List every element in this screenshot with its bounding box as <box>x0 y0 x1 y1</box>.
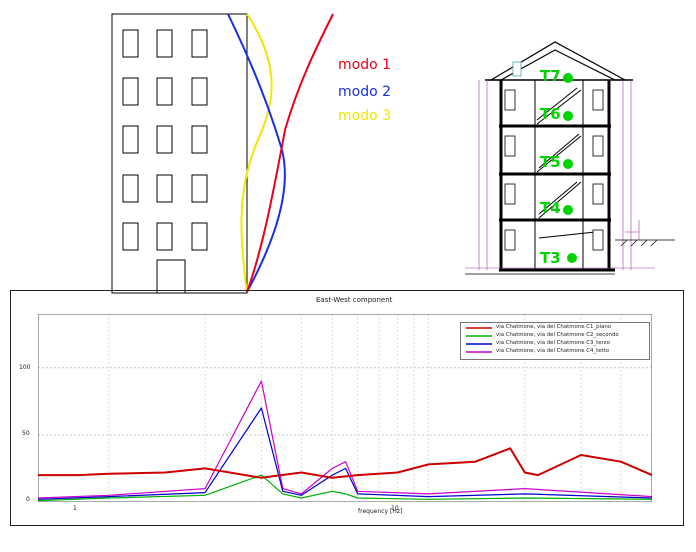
mode-2-label: modo 2 <box>338 84 392 100</box>
mode-3-label: modo 3 <box>338 108 392 124</box>
legend-entry-3: via Chatmone, via del Chatmone C3_terzo <box>496 340 610 346</box>
sensor-label-t3: T3 <box>540 249 561 267</box>
sensor-label-t7: T7 <box>540 67 561 85</box>
legend-entry-1: via Chatmone, via del Chatmone C1_piano <box>496 324 612 330</box>
x-tick-label: 1 <box>73 505 77 512</box>
y-tick-label: 50 <box>22 430 30 437</box>
legend-entry-2: via Chatmone, via del Chatmone C2_second… <box>496 332 619 338</box>
x-tick-label: 10 <box>391 505 399 512</box>
y-tick-label: 0 <box>26 496 30 503</box>
sensor-label-t5: T5 <box>540 153 561 171</box>
building-door <box>156 259 186 294</box>
series-line-3 <box>38 407 652 500</box>
mode-1-label: modo 1 <box>338 57 392 73</box>
series-line-2 <box>38 474 652 502</box>
building-section-drawing <box>465 41 675 275</box>
series-line-1 <box>38 447 652 479</box>
legend-swatches <box>466 327 492 353</box>
y-tick-label: 100 <box>19 364 31 371</box>
legend-entry-4: via Chatmone, via del Chatmone C4_tetto <box>496 348 610 354</box>
chart-title: East-West component <box>316 296 393 304</box>
mode-1-curve <box>246 13 334 293</box>
series-line-4 <box>38 380 652 499</box>
mode-shape-diagram <box>111 13 334 294</box>
sensor-label-t6: T6 <box>540 105 561 123</box>
sensor-label-t4: T4 <box>540 199 561 217</box>
